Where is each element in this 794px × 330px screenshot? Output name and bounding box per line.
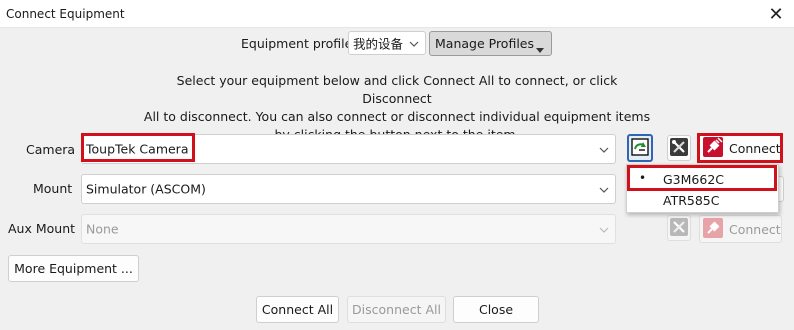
aux-mount-setup-button[interactable] bbox=[667, 215, 691, 241]
chevron-down-icon bbox=[599, 222, 609, 236]
manage-profiles-button[interactable]: Manage Profiles bbox=[429, 31, 552, 56]
aux-mount-label: Aux Mount bbox=[8, 221, 76, 236]
close-icon[interactable]: ✕ bbox=[758, 0, 794, 28]
profile-select-value: 我的设备 bbox=[353, 36, 404, 52]
plug-icon bbox=[703, 136, 723, 160]
close-label: Close bbox=[478, 302, 514, 317]
refresh-icon bbox=[631, 137, 649, 159]
manage-profiles-label: Manage Profiles bbox=[435, 36, 535, 51]
dialog-body: Equipment profile 我的设备 Manage Profiles S… bbox=[0, 28, 794, 330]
profile-select[interactable]: 我的设备 bbox=[348, 31, 426, 55]
menu-item-label: G3M662C bbox=[663, 172, 725, 187]
chevron-down-icon bbox=[409, 36, 419, 50]
camera-select[interactable]: ToupTek Camera bbox=[81, 134, 616, 164]
camera-select-value: ToupTek Camera bbox=[86, 141, 189, 157]
camera-setup-button[interactable] bbox=[667, 135, 691, 161]
caret-down-icon bbox=[536, 41, 544, 56]
chevron-down-icon bbox=[599, 142, 609, 156]
profile-label: Equipment profile bbox=[241, 36, 353, 51]
aux-mount-select[interactable]: None bbox=[81, 214, 616, 244]
connect-all-label: Connect All bbox=[261, 302, 334, 317]
plug-icon bbox=[703, 217, 723, 241]
disconnect-all-button[interactable]: Disconnect All bbox=[347, 296, 446, 323]
instruction-line: Select your equipment below and click Co… bbox=[176, 73, 618, 106]
aux-mount-connect-label: Connect bbox=[729, 221, 781, 237]
camera-label: Camera bbox=[26, 142, 76, 157]
camera-connect-button[interactable]: Connect bbox=[699, 134, 782, 162]
tools-icon bbox=[670, 137, 688, 159]
mount-select[interactable]: Simulator (ASCOM) bbox=[81, 174, 616, 204]
connect-all-button[interactable]: Connect All bbox=[256, 296, 339, 323]
menu-item-g3m662c[interactable]: • G3M662C bbox=[627, 168, 778, 190]
selected-bullet-icon: • bbox=[639, 171, 647, 185]
title-bar: Connect Equipment ✕ bbox=[0, 0, 794, 28]
mount-select-value: Simulator (ASCOM) bbox=[86, 181, 206, 197]
disconnect-all-label: Disconnect All bbox=[352, 302, 441, 317]
more-equipment-button[interactable]: More Equipment ... bbox=[8, 255, 139, 282]
camera-device-list-button[interactable] bbox=[627, 134, 653, 162]
menu-item-atr585c[interactable]: ATR585C bbox=[627, 189, 778, 211]
aux-mount-connect-button[interactable]: Connect bbox=[699, 215, 782, 243]
mount-label: Mount bbox=[33, 181, 73, 196]
close-button[interactable]: Close bbox=[453, 296, 539, 323]
instruction-line: All to disconnect. You can also connect … bbox=[143, 109, 651, 124]
menu-item-label: ATR585C bbox=[663, 193, 720, 208]
window-title: Connect Equipment bbox=[6, 7, 125, 21]
more-equipment-label: More Equipment ... bbox=[14, 261, 133, 276]
camera-connect-label: Connect bbox=[729, 140, 781, 156]
tools-icon bbox=[670, 217, 688, 239]
chevron-down-icon bbox=[599, 182, 609, 196]
camera-device-menu: • G3M662C ATR585C bbox=[626, 164, 779, 213]
aux-mount-select-value: None bbox=[86, 221, 119, 237]
